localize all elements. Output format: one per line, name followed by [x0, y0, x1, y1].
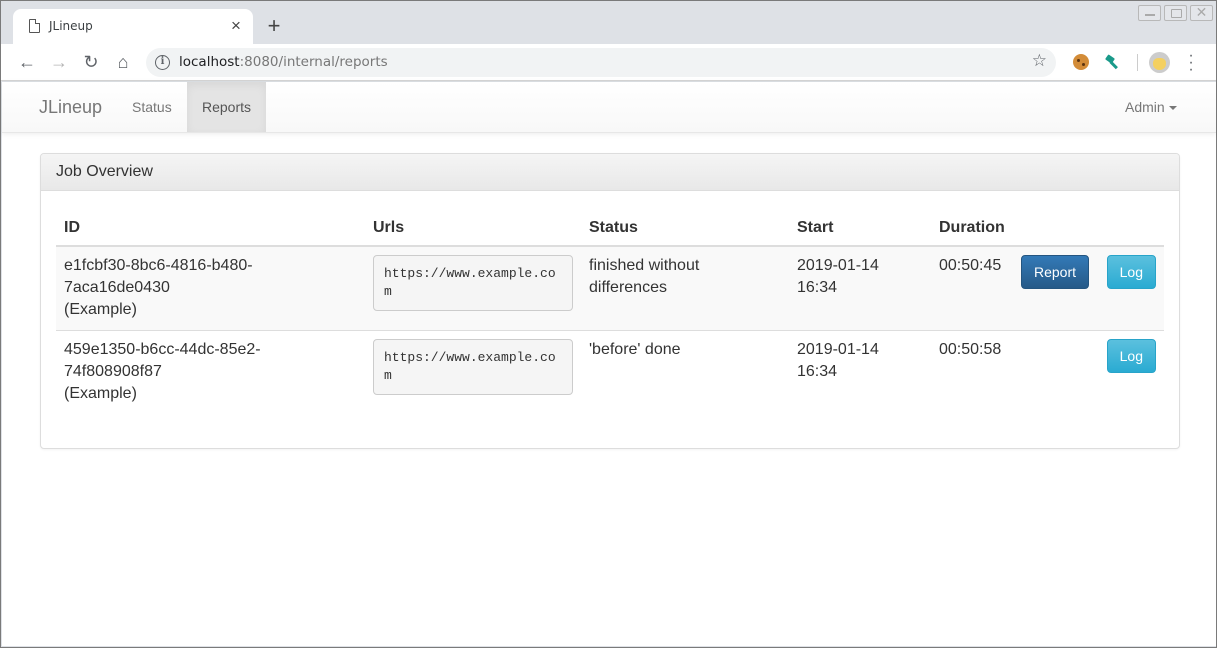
log-cell: Log: [1098, 329, 1164, 414]
new-tab-button[interactable]: +: [263, 14, 285, 38]
job-id-cell: 459e1350-b6cc-44dc-85e2- 74f808908f87 (E…: [56, 329, 365, 414]
log-button[interactable]: Log: [1106, 338, 1156, 373]
close-tab-icon[interactable]: ×: [227, 16, 245, 36]
table-row: e1fcbf30-8bc6-4816-b480- 7aca16de0430 (E…: [56, 245, 1164, 330]
page-content: JLineup Status Reports Admin Job Overvie…: [2, 82, 1216, 646]
start-cell: 2019-01-14 16:34: [789, 245, 931, 330]
admin-dropdown[interactable]: Admin: [1125, 82, 1177, 132]
toolbar-separator: [1137, 54, 1138, 71]
close-icon: ✕: [1195, 4, 1208, 20]
start-cell: 2019-01-14 16:34: [789, 329, 931, 414]
column-header-log: [1098, 206, 1164, 247]
nav-link-status[interactable]: Status: [117, 82, 187, 132]
duration-cell: 00:50:58: [931, 329, 1013, 414]
job-id-part1: e1fcbf30-8bc6-4816-b480-: [64, 257, 253, 274]
home-button[interactable]: ⌂: [112, 51, 134, 73]
job-id-cell: e1fcbf30-8bc6-4816-b480- 7aca16de0430 (E…: [56, 245, 365, 330]
start-date: 2019-01-14: [797, 257, 879, 274]
reload-button[interactable]: ↻: [80, 51, 102, 73]
tab-strip: JLineup × + ✕: [1, 1, 1216, 44]
job-id-part1: 459e1350-b6cc-44dc-85e2-: [64, 340, 261, 358]
job-name: (Example): [64, 384, 137, 402]
report-cell: [1013, 329, 1098, 414]
info-icon[interactable]: i: [155, 55, 170, 70]
browser-tab[interactable]: JLineup ×: [13, 9, 253, 44]
column-header-duration: Duration: [931, 206, 1013, 247]
brand-logo[interactable]: JLineup: [39, 97, 102, 118]
caret-down-icon: [1168, 106, 1177, 111]
browser-window: JLineup × + ✕ ← → ↻ ⌂ i localhost:8080/i…: [0, 0, 1217, 648]
minimize-button[interactable]: [1138, 5, 1161, 21]
job-id-part2: 74f808908f87: [64, 362, 162, 380]
urls-cell: https://www.example.com: [365, 245, 581, 330]
url-code-box: https://www.example.com: [373, 338, 573, 395]
bookmark-star-icon[interactable]: ☆: [1032, 51, 1047, 71]
url-code-box: https://www.example.com: [373, 255, 573, 311]
log-cell: Log: [1098, 245, 1164, 330]
url-path: :8080/internal/reports: [239, 54, 388, 70]
start-time: 16:34: [797, 362, 838, 380]
address-bar[interactable]: i localhost:8080/internal/reports ☆: [146, 48, 1056, 77]
app-navbar: JLineup Status Reports Admin: [2, 82, 1216, 133]
more-vert-icon[interactable]: · · ·: [1185, 48, 1197, 78]
column-header-report: [1013, 206, 1098, 247]
report-button[interactable]: Report: [1021, 255, 1090, 289]
browser-toolbar: ← → ↻ ⌂ i localhost:8080/internal/report…: [1, 44, 1216, 81]
url-text: localhost:8080/internal/reports: [179, 54, 388, 70]
start-date: 2019-01-14: [797, 340, 879, 358]
tab-title: JLineup: [49, 19, 93, 33]
table-header-row: ID Urls Status Start Duration: [56, 206, 1164, 247]
column-header-start: Start: [789, 206, 931, 247]
column-header-id: ID: [56, 206, 365, 247]
duration-cell: 00:50:45: [931, 245, 1013, 330]
job-name: (Example): [64, 301, 137, 318]
nav-link-reports[interactable]: Reports: [187, 82, 266, 132]
start-time: 16:34: [797, 279, 838, 296]
cookie-extension-icon[interactable]: [1073, 54, 1089, 70]
status-cell: 'before' done: [581, 329, 789, 414]
file-icon: [29, 19, 40, 33]
back-button[interactable]: ←: [16, 51, 38, 73]
column-header-status: Status: [581, 206, 789, 247]
report-cell: Report: [1013, 245, 1098, 330]
log-button[interactable]: Log: [1106, 255, 1156, 289]
panel-title: Job Overview: [41, 154, 1179, 191]
forward-button[interactable]: →: [48, 51, 70, 73]
jobs-table: ID Urls Status Start Duration e1fcbf30-8…: [56, 206, 1164, 414]
job-overview-panel: Job Overview ID Urls Status Start Durati…: [40, 153, 1180, 449]
urls-cell: https://www.example.com: [365, 329, 581, 414]
status-cell: finished without differences: [581, 245, 789, 330]
key-extension-icon[interactable]: [1105, 54, 1121, 70]
job-id-part2: 7aca16de0430: [64, 279, 170, 296]
close-window-button[interactable]: ✕: [1190, 4, 1213, 21]
column-header-urls: Urls: [365, 206, 581, 247]
table-row: 459e1350-b6cc-44dc-85e2- 74f808908f87 (E…: [56, 329, 1164, 414]
admin-label: Admin: [1125, 99, 1165, 115]
maximize-button[interactable]: [1164, 5, 1187, 21]
profile-avatar[interactable]: [1149, 52, 1170, 73]
url-host: localhost: [179, 54, 240, 70]
